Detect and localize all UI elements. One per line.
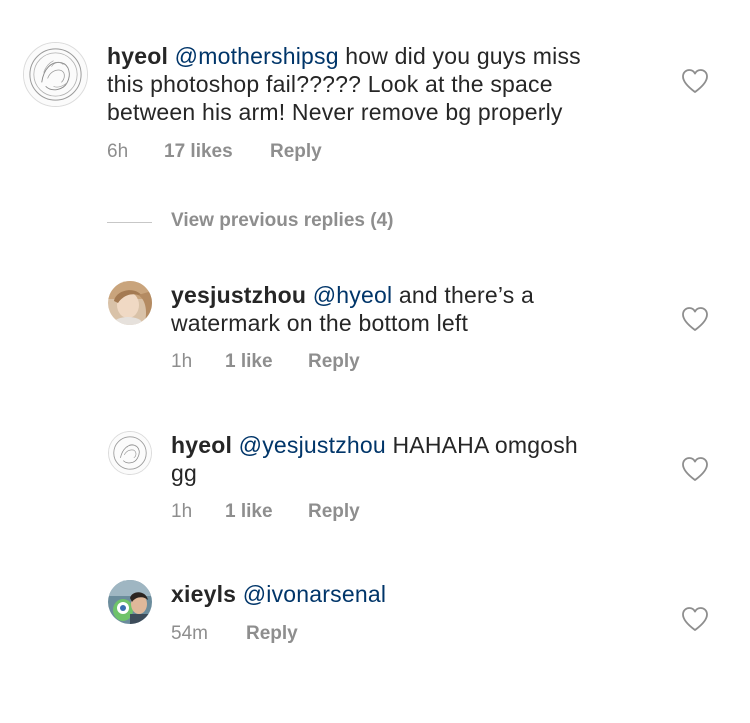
- like-button[interactable]: [681, 606, 709, 632]
- like-button[interactable]: [681, 456, 709, 482]
- comment-mention[interactable]: @ivonarsenal: [243, 581, 386, 607]
- reply-button[interactable]: Reply: [246, 623, 298, 645]
- comment-username[interactable]: xieyls: [171, 581, 236, 607]
- comment-username[interactable]: hyeol: [107, 43, 168, 69]
- view-previous-replies-label[interactable]: View previous replies (4): [171, 210, 393, 232]
- comment-body-line1: HAHAHA omgosh: [385, 432, 578, 458]
- comment-time: 6h: [107, 141, 129, 162]
- comment-meta: 6h 17 likes Reply: [107, 141, 507, 165]
- comment-body-line1: and there’s a: [392, 282, 535, 308]
- comment-meta: 1h 1 like Reply: [171, 351, 571, 375]
- like-button[interactable]: [681, 306, 709, 332]
- comment-mention[interactable]: @yesjustzhou: [239, 432, 386, 458]
- comment-body-line2: gg: [171, 460, 197, 486]
- comment-time: 54m: [171, 623, 208, 644]
- comment-body-line3: between his arm! Never remove bg properl…: [107, 99, 563, 125]
- comment-text: hyeol @mothershipsg how did you guys mis…: [107, 42, 647, 126]
- comment-body-line2: this photoshop fail????? Look at the spa…: [107, 71, 553, 97]
- user-photo-avatar: [108, 281, 152, 325]
- view-previous-replies[interactable]: View previous replies (4): [107, 210, 507, 234]
- comment-likes[interactable]: 1 like: [225, 351, 273, 373]
- comment-username[interactable]: hyeol: [171, 432, 232, 458]
- heart-outline-icon: [682, 307, 708, 331]
- reply-button[interactable]: Reply: [308, 351, 360, 373]
- comment-time: 1h: [171, 501, 193, 522]
- comment-time: 1h: [171, 351, 193, 372]
- heart-outline-icon: [682, 69, 708, 93]
- comment-mention[interactable]: @hyeol: [313, 282, 393, 308]
- avatar[interactable]: [108, 281, 152, 325]
- avatar[interactable]: [23, 42, 88, 107]
- comment-text: xieyls @ivonarsenal: [171, 580, 641, 608]
- comment-likes[interactable]: 17 likes: [164, 141, 233, 163]
- comment-likes[interactable]: 1 like: [225, 501, 273, 523]
- reply-button[interactable]: Reply: [308, 501, 360, 523]
- user-photo-avatar: [108, 580, 152, 624]
- comment-meta: 1h 1 like Reply: [171, 501, 571, 525]
- sketch-avatar-icon: [109, 432, 151, 474]
- comment-body-line1: how did you guys miss: [338, 43, 581, 69]
- heart-outline-icon: [682, 607, 708, 631]
- heart-outline-icon: [682, 457, 708, 481]
- avatar[interactable]: [108, 580, 152, 624]
- like-button[interactable]: [681, 68, 709, 94]
- comment-text: hyeol @yesjustzhou HAHAHA omgosh gg: [171, 431, 641, 487]
- comment-username[interactable]: yesjustzhou: [171, 282, 306, 308]
- comment-meta: 54m Reply: [171, 623, 571, 647]
- reply-button[interactable]: Reply: [270, 141, 322, 163]
- comment-text: yesjustzhou @hyeol and there’s a waterma…: [171, 281, 641, 337]
- avatar[interactable]: [108, 431, 152, 475]
- comment-mention[interactable]: @mothershipsg: [175, 43, 339, 69]
- divider-line: [107, 222, 152, 223]
- comment-body-line2: watermark on the bottom left: [171, 310, 469, 336]
- sketch-avatar-icon: [24, 43, 87, 106]
